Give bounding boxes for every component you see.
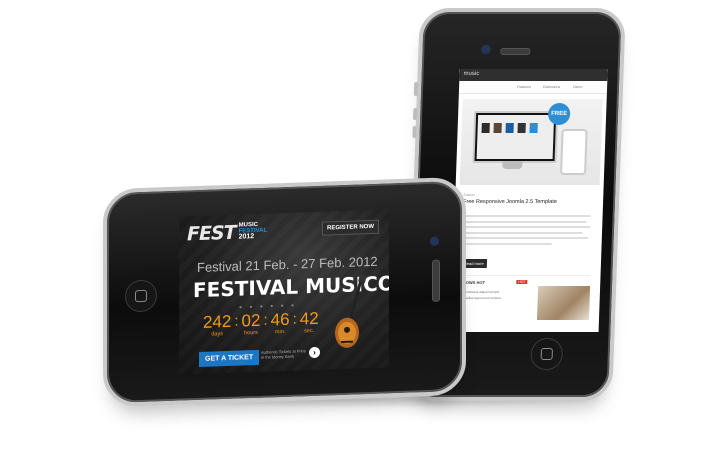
shows-widget: SHOWS HOT HOT Pellentesque aliquet tempo… <box>458 275 591 326</box>
next-arrow-icon[interactable]: › <box>309 346 320 359</box>
portrait-screen: music Features Extensions Demo FREE Arti… <box>450 69 608 332</box>
site-header: music <box>459 69 608 81</box>
article-category[interactable]: Articles <box>463 193 475 197</box>
hot-badge: HOT <box>516 280 528 284</box>
front-camera-icon <box>482 46 490 53</box>
article-body <box>461 215 592 248</box>
countdown-seconds: 42 sec. <box>299 308 319 335</box>
earpiece-speaker <box>432 259 440 302</box>
nav-item[interactable]: Demo <box>573 85 582 89</box>
mute-switch <box>413 82 419 96</box>
widget-thumbnail[interactable] <box>536 286 591 320</box>
landscape-screen: FEST MUSIC FESTIVAL 2012 REGISTER NOW Fe… <box>179 209 389 375</box>
front-camera-icon <box>431 237 438 245</box>
get-ticket-button[interactable]: GET A TICKET <box>199 349 260 367</box>
volume-up-button <box>412 108 418 120</box>
monitor-stand <box>502 161 523 169</box>
monitor-image <box>472 111 559 163</box>
home-button[interactable] <box>530 338 564 370</box>
earpiece-speaker <box>500 48 531 55</box>
mini-phone-image <box>560 129 588 175</box>
countdown-timer: 242 days : 02 hours : 46 min. : 42 sec. <box>203 308 319 338</box>
home-button[interactable] <box>125 279 157 313</box>
countdown-hours: 02 hours <box>241 310 261 337</box>
site-logo[interactable]: music <box>463 71 479 77</box>
free-badge: FREE <box>547 103 571 125</box>
fest-logo[interactable]: FEST MUSIC FESTIVAL 2012 <box>187 221 268 246</box>
register-now-button[interactable]: REGISTER NOW <box>321 219 379 236</box>
hero-banner[interactable]: FREE <box>459 99 603 185</box>
countdown-days: 242 days <box>203 311 232 338</box>
nav-item[interactable]: Features <box>517 85 531 89</box>
guitar-icon <box>335 273 367 348</box>
site-nav: Features Extensions Demo <box>458 85 608 94</box>
article-heading[interactable]: Free Responsive Joomla 2.5 Template <box>463 199 557 205</box>
logo-main: FEST <box>187 221 236 246</box>
logo-sub: MUSIC FESTIVAL 2012 <box>238 221 268 241</box>
countdown-minutes: 46 min. <box>270 309 290 336</box>
volume-down-button <box>412 126 417 138</box>
ticket-subtext: Authentic Tickets at Price in the Money … <box>261 348 306 360</box>
landscape-phone: FEST MUSIC FESTIVAL 2012 REGISTER NOW Fe… <box>103 176 466 408</box>
nav-item[interactable]: Extensions <box>543 85 560 89</box>
